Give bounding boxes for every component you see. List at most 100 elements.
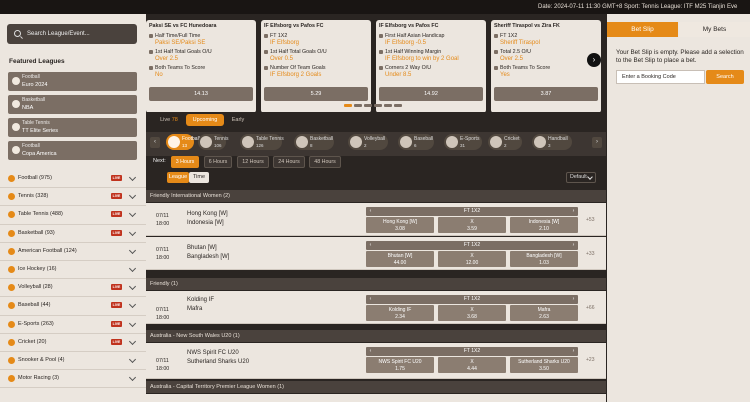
sport-chip-handball[interactable]: Handball 3 xyxy=(532,134,572,150)
booking-search-button[interactable]: Search xyxy=(706,70,744,84)
booking-code-input[interactable]: Enter a Booking Code xyxy=(616,70,705,84)
featured-league-euro-2024[interactable]: Football Euro 2024 xyxy=(8,72,137,91)
match-row[interactable]: 07/11 18:00 Kolding IF Mafra ‹ FT 1X2 › Ko… xyxy=(146,291,606,324)
combo-card[interactable]: Sheriff Tiraspol vs Zira FK FT 1X2 Sheri… xyxy=(491,20,601,113)
combo-price-button[interactable]: 3.87 xyxy=(494,87,598,101)
sport-chip-tennis[interactable]: Tennis 106 xyxy=(198,134,228,150)
featured-league-copa-america[interactable]: Football Copa America xyxy=(8,141,137,160)
stats-icon[interactable] xyxy=(176,241,184,249)
odds-away-button[interactable]: Sutherland Sharks U20 3.50 xyxy=(510,357,578,373)
stats-icon[interactable] xyxy=(176,295,184,303)
sport-item-snooker-pool[interactable]: Snooker & Pool (4) xyxy=(0,352,146,371)
chevron-down-icon[interactable] xyxy=(128,264,137,272)
league-header[interactable]: Friendly (1) xyxy=(146,278,606,290)
featured-league-nba[interactable]: Basketball NBA xyxy=(8,95,137,114)
time-filter-12h[interactable]: 12 Hours xyxy=(237,156,269,168)
market-prev-icon[interactable]: ‹ xyxy=(366,347,375,356)
chevron-down-icon[interactable] xyxy=(128,337,137,345)
sport-chip-baseball[interactable]: Baseball 6 xyxy=(398,134,434,150)
sport-chip-table-tennis[interactable]: Table Tennis 126 xyxy=(240,134,284,150)
odds-draw-button[interactable]: X 12.00 xyxy=(438,251,506,267)
sport-item-ice-hockey[interactable]: Ice Hockey (16) xyxy=(0,261,146,280)
carousel-next-button[interactable]: › xyxy=(587,53,601,67)
odds-draw-button[interactable]: X 3.68 xyxy=(438,305,506,321)
carousel-dot[interactable] xyxy=(364,104,372,107)
sports-scroll-left-button[interactable]: ‹ xyxy=(150,137,160,148)
chevron-down-icon[interactable] xyxy=(128,228,137,236)
odds-away-button[interactable]: Mafra 2.63 xyxy=(510,305,578,321)
league-header[interactable]: Friendly International Women (2) xyxy=(146,190,606,202)
chevron-down-icon[interactable] xyxy=(128,374,137,382)
sport-item-esports[interactable]: E-Sports (263) LIVE xyxy=(0,316,146,334)
league-header[interactable]: Australia - Capital Territory Premier Le… xyxy=(146,381,606,393)
chevron-down-icon[interactable] xyxy=(128,192,137,200)
chevron-down-icon[interactable] xyxy=(128,355,137,363)
sport-chip-esports[interactable]: E-Sports 31 xyxy=(444,134,482,150)
more-markets-link[interactable]: +66 xyxy=(586,305,594,311)
league-search-input[interactable]: Search League/Event... xyxy=(7,24,137,44)
sort-dropdown[interactable]: Default xyxy=(566,172,596,183)
chevron-down-icon[interactable] xyxy=(128,283,137,291)
market-prev-icon[interactable]: ‹ xyxy=(366,295,375,304)
sport-chip-cricket[interactable]: Cricket 2 xyxy=(488,134,522,150)
combo-card[interactable]: IF Elfsborg vs Pafos FC FT 1X2 IF Elfsbo… xyxy=(261,20,371,113)
market-prev-icon[interactable]: ‹ xyxy=(366,241,375,250)
sport-item-cricket[interactable]: Cricket (20) LIVE xyxy=(0,334,146,352)
odds-home-button[interactable]: NWS Spirit FC U20 1.75 xyxy=(366,357,434,373)
tab-live[interactable]: Live 78 xyxy=(154,114,184,126)
sport-item-football[interactable]: Football (975) LIVE xyxy=(0,170,146,189)
odds-away-button[interactable]: Bangladesh [W] 1.03 xyxy=(510,251,578,267)
match-row[interactable]: 07/11 18:00 Bhutan [W] Bangladesh [W] ‹ F… xyxy=(146,237,606,270)
time-filter-24h[interactable]: 24 Hours xyxy=(273,156,305,168)
market-prev-icon[interactable]: ‹ xyxy=(366,207,375,216)
market-next-icon[interactable]: › xyxy=(569,347,578,356)
sport-item-basketball[interactable]: Basketball (93) LIVE xyxy=(0,225,146,243)
carousel-dot[interactable] xyxy=(394,104,402,107)
sport-chip-volleyball[interactable]: Volleyball 2 xyxy=(348,134,388,150)
more-markets-link[interactable]: +53 xyxy=(586,217,594,223)
league-header[interactable]: Australia - New South Wales U20 (1) xyxy=(146,330,606,342)
odds-home-button[interactable]: Hong Kong [W] 3.08 xyxy=(366,217,434,233)
combo-price-button[interactable]: 14.13 xyxy=(149,87,253,101)
time-filter-6h[interactable]: 6 Hours xyxy=(204,156,232,168)
market-next-icon[interactable]: › xyxy=(569,295,578,304)
sport-item-baseball[interactable]: Baseball (44) LIVE xyxy=(0,297,146,316)
sport-item-motor-racing[interactable]: Motor Racing (3) xyxy=(0,370,146,389)
tab-upcoming[interactable]: Upcoming xyxy=(186,114,224,126)
market-next-icon[interactable]: › xyxy=(569,207,578,216)
chevron-down-icon[interactable] xyxy=(128,319,137,327)
more-markets-link[interactable]: +33 xyxy=(586,251,594,257)
stats-icon[interactable] xyxy=(176,207,184,215)
chevron-down-icon[interactable] xyxy=(128,301,137,309)
tab-bet-slip[interactable]: Bet Slip xyxy=(607,22,678,37)
sport-chip-basketball[interactable]: Basketball 8 xyxy=(294,134,334,150)
odds-draw-button[interactable]: X 3.59 xyxy=(438,217,506,233)
market-next-icon[interactable]: › xyxy=(569,241,578,250)
carousel-dot[interactable] xyxy=(374,104,382,107)
sport-item-table-tennis[interactable]: Table Tennis (488) LIVE xyxy=(0,206,146,225)
match-row[interactable]: 07/11 18:00 Hong Kong [W] Indonesia [W] … xyxy=(146,203,606,236)
tab-my-bets[interactable]: My Bets xyxy=(679,22,750,37)
carousel-dot[interactable] xyxy=(354,104,362,107)
sports-scroll-right-button[interactable]: › xyxy=(592,137,602,148)
time-filter-3h[interactable]: 3 Hours xyxy=(171,156,199,168)
sort-time-button[interactable]: Time xyxy=(189,172,209,183)
combo-card[interactable]: Paksi SE vs FC Hunedoara Half Time/Full … xyxy=(146,20,256,113)
combo-price-button[interactable]: 14.92 xyxy=(379,87,483,101)
combo-price-button[interactable]: 5.29 xyxy=(264,87,368,101)
chevron-down-icon[interactable] xyxy=(128,210,137,218)
sort-league-button[interactable]: League xyxy=(167,172,189,183)
odds-away-button[interactable]: Indonesia [W] 2.10 xyxy=(510,217,578,233)
chevron-down-icon[interactable] xyxy=(128,173,137,182)
sport-item-volleyball[interactable]: Volleyball (28) LIVE xyxy=(0,279,146,298)
sport-item-tennis[interactable]: Tennis (328) LIVE xyxy=(0,188,146,207)
more-markets-link[interactable]: +23 xyxy=(586,357,594,363)
match-row[interactable]: 07/11 18:00 NWS Spirit FC U20 Sutherland… xyxy=(146,343,606,379)
time-filter-48h[interactable]: 48 Hours xyxy=(309,156,341,168)
odds-home-button[interactable]: Kolding IF 2.34 xyxy=(366,305,434,321)
odds-home-button[interactable]: Bhutan [W] 44.00 xyxy=(366,251,434,267)
sport-chip-football[interactable]: Football 13 xyxy=(166,134,200,150)
carousel-dot[interactable] xyxy=(384,104,392,107)
odds-draw-button[interactable]: X 4.44 xyxy=(438,357,506,373)
featured-league-tt-elite[interactable]: Table Tennis TT Elite Series xyxy=(8,118,137,137)
